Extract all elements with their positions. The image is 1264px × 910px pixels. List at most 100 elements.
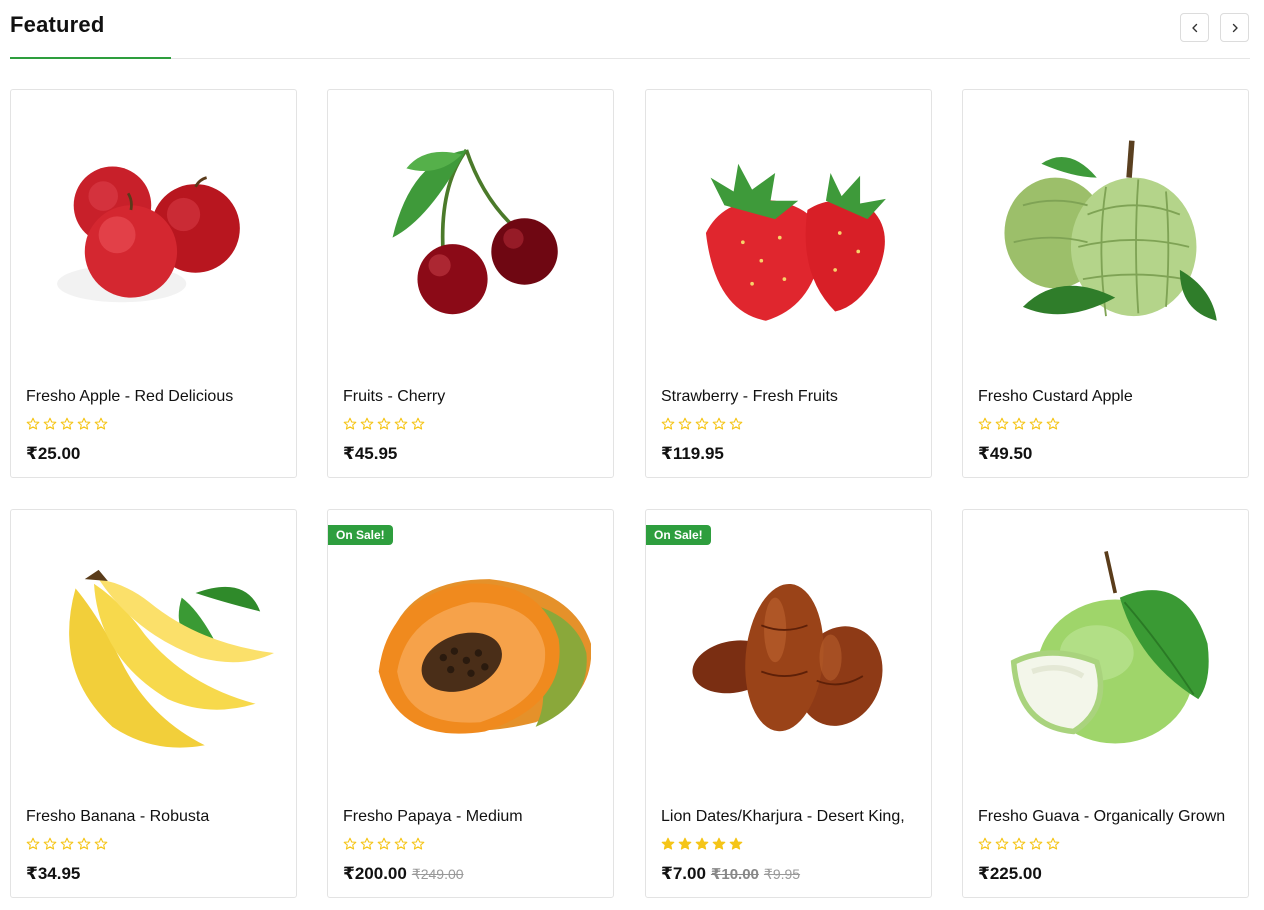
product-price: ₹7.00 xyxy=(661,864,706,883)
guava-image xyxy=(1010,550,1209,743)
product-card[interactable]: Fresho Apple - Red Delicious ₹25.00 xyxy=(10,89,297,478)
star-filled-icon xyxy=(678,837,692,850)
star-filled-icon xyxy=(695,837,709,850)
product-image[interactable] xyxy=(328,510,613,795)
star-outline-icon xyxy=(995,837,1009,850)
product-name[interactable]: Fresho Papaya - Medium xyxy=(343,808,523,826)
product-card[interactable]: On Sale! Lion Dates/Kharjura - Desert Kin… xyxy=(645,509,932,898)
product-image[interactable] xyxy=(963,90,1248,375)
star-outline-icon xyxy=(94,417,108,430)
product-rating xyxy=(343,417,425,431)
product-card[interactable]: On Sale! Fresho Papaya - Medium ₹200.00 ₹24… xyxy=(327,509,614,898)
header-accent-underline xyxy=(10,57,171,59)
product-rating xyxy=(661,837,743,851)
product-name[interactable]: Fresho Guava - Organically Grown xyxy=(978,808,1225,826)
star-outline-icon xyxy=(77,417,91,430)
star-outline-icon xyxy=(1046,837,1060,850)
header-divider xyxy=(10,58,1250,59)
carousel-prev-button[interactable] xyxy=(1180,13,1209,42)
star-outline-icon xyxy=(1046,417,1060,430)
dates-image xyxy=(691,583,882,731)
product-image[interactable] xyxy=(328,90,613,375)
star-outline-icon xyxy=(60,417,74,430)
product-card[interactable]: Strawberry - Fresh Fruits ₹119.95 xyxy=(645,89,932,478)
price-row: ₹119.95 xyxy=(661,444,724,464)
star-outline-icon xyxy=(1029,837,1043,850)
product-price: ₹200.00 xyxy=(343,864,407,883)
price-row: ₹45.95 xyxy=(343,444,397,464)
product-image[interactable] xyxy=(11,90,296,375)
star-outline-icon xyxy=(43,417,57,430)
product-card[interactable]: Fresho Guava - Organically Grown ₹225.00 xyxy=(962,509,1249,898)
star-outline-icon xyxy=(729,417,743,430)
star-outline-icon xyxy=(1012,837,1026,850)
star-outline-icon xyxy=(978,417,992,430)
star-outline-icon xyxy=(995,417,1009,430)
star-outline-icon xyxy=(360,417,374,430)
product-rating xyxy=(343,837,425,851)
product-card[interactable]: Fresho Custard Apple ₹49.50 xyxy=(962,89,1249,478)
product-price: ₹225.00 xyxy=(978,864,1042,883)
product-price: ₹25.00 xyxy=(26,444,81,463)
star-outline-icon xyxy=(94,837,108,850)
original-price: ₹249.00 xyxy=(411,866,464,882)
star-outline-icon xyxy=(377,837,391,850)
section-title: Featured xyxy=(10,12,105,37)
product-name[interactable]: Fresho Banana - Robusta xyxy=(26,808,209,826)
product-rating xyxy=(978,417,1060,431)
star-outline-icon xyxy=(978,837,992,850)
chevron-right-icon xyxy=(1232,23,1238,32)
star-outline-icon xyxy=(77,837,91,850)
product-image[interactable] xyxy=(11,510,296,795)
product-rating xyxy=(661,417,743,431)
star-outline-icon xyxy=(60,837,74,850)
sale-badge: On Sale! xyxy=(646,525,711,545)
star-outline-icon xyxy=(43,837,57,850)
product-card[interactable]: Fresho Banana - Robusta ₹34.95 xyxy=(10,509,297,898)
product-card[interactable]: Fruits - Cherry ₹45.95 xyxy=(327,89,614,478)
star-outline-icon xyxy=(343,417,357,430)
star-outline-icon xyxy=(661,417,675,430)
strawberry-image xyxy=(705,163,886,321)
banana-image xyxy=(68,569,274,748)
product-price: ₹49.50 xyxy=(978,444,1033,463)
star-outline-icon xyxy=(360,837,374,850)
star-filled-icon xyxy=(729,837,743,850)
price-row: ₹34.95 xyxy=(26,864,80,884)
price-row: ₹225.00 xyxy=(978,864,1042,884)
carousel-next-button[interactable] xyxy=(1220,13,1249,42)
star-outline-icon xyxy=(678,417,692,430)
sale-badge: On Sale! xyxy=(328,525,393,545)
price-row: ₹7.00 ₹10.00 ₹9.95 xyxy=(661,864,800,884)
product-image[interactable] xyxy=(646,90,931,375)
product-rating xyxy=(978,837,1060,851)
star-outline-icon xyxy=(411,837,425,850)
product-name[interactable]: Strawberry - Fresh Fruits xyxy=(661,388,838,406)
product-name[interactable]: Lion Dates/Kharjura - Desert King, xyxy=(661,808,905,826)
cherry-image xyxy=(392,148,558,314)
product-image[interactable] xyxy=(963,510,1248,795)
star-outline-icon xyxy=(411,417,425,430)
section-header: Featured xyxy=(10,0,1250,60)
star-outline-icon xyxy=(1012,417,1026,430)
product-price: ₹45.95 xyxy=(343,444,398,463)
star-outline-icon xyxy=(377,417,391,430)
custard-apple-image xyxy=(1003,139,1217,321)
product-name[interactable]: Fruits - Cherry xyxy=(343,388,445,406)
product-price: ₹34.95 xyxy=(26,864,81,883)
product-rating xyxy=(26,837,108,851)
price-row: ₹25.00 xyxy=(26,444,80,464)
product-name[interactable]: Fresho Custard Apple xyxy=(978,388,1133,406)
product-rating xyxy=(26,417,108,431)
product-image[interactable] xyxy=(646,510,931,795)
star-outline-icon xyxy=(394,417,408,430)
original-price: ₹10.00 xyxy=(710,866,759,883)
star-outline-icon xyxy=(343,837,357,850)
product-name[interactable]: Fresho Apple - Red Delicious xyxy=(26,388,233,406)
star-filled-icon xyxy=(712,837,726,850)
star-outline-icon xyxy=(26,417,40,430)
star-outline-icon xyxy=(26,837,40,850)
product-price: ₹119.95 xyxy=(661,444,724,463)
original-price: ₹9.95 xyxy=(763,866,801,882)
price-row: ₹49.50 xyxy=(978,444,1032,464)
